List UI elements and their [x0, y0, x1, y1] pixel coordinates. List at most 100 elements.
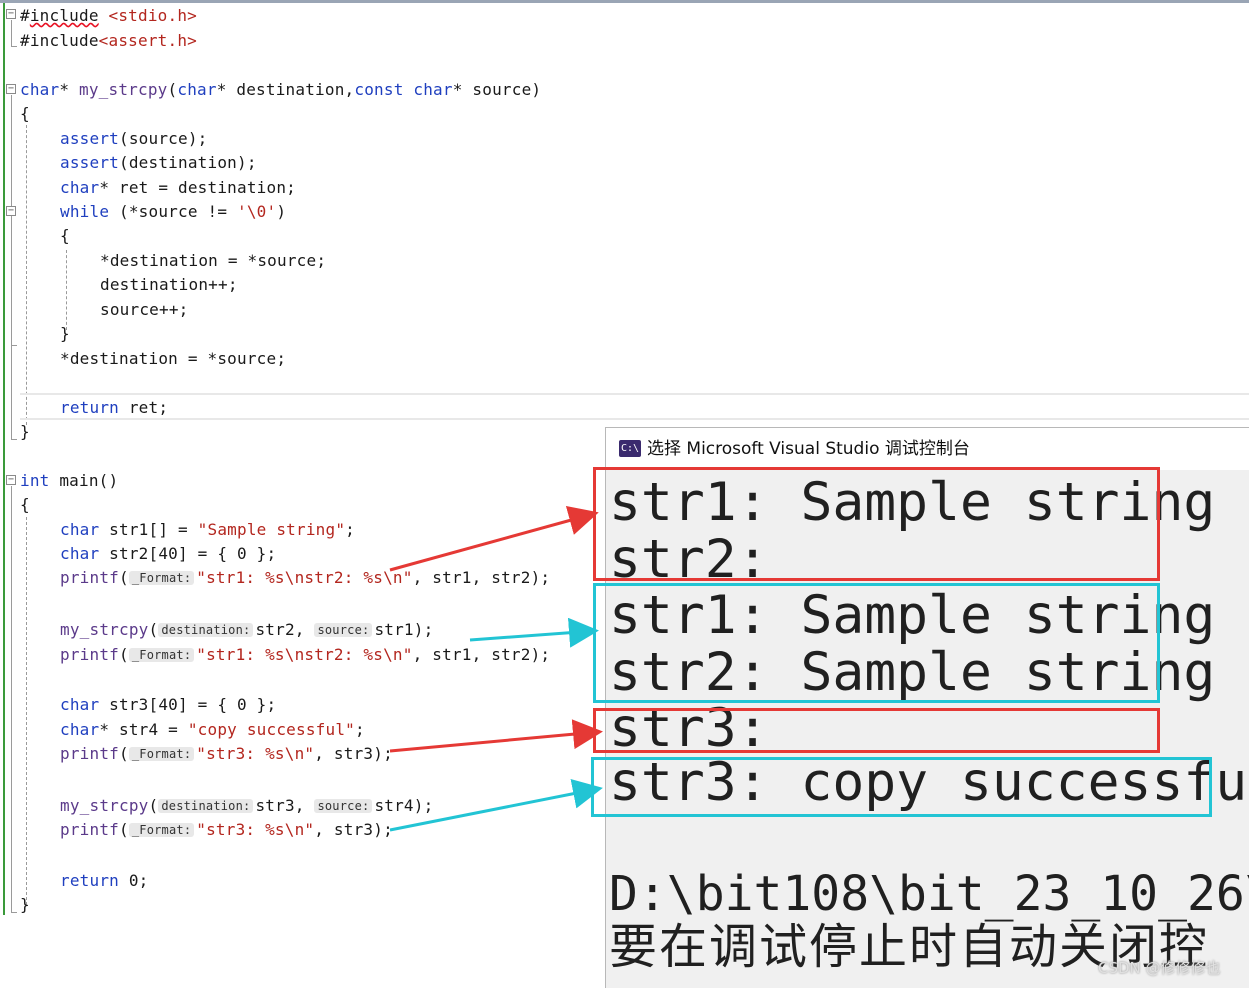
highlight-box-second-output	[593, 583, 1160, 703]
indent-guide	[26, 125, 27, 425]
string-literal: "	[304, 820, 315, 839]
type-keyword: char	[60, 520, 100, 539]
code-line-main-open[interactable]: {	[20, 493, 30, 517]
code-line-source-inc[interactable]: source++;	[100, 298, 189, 322]
code-text: , str1, str2);	[412, 645, 551, 664]
code-text: , str1, str2);	[412, 568, 551, 587]
string-literal: str2: %s	[304, 568, 384, 587]
escape-seq: \n	[383, 645, 403, 664]
change-margin	[3, 3, 5, 915]
code-text: str3,	[255, 796, 315, 815]
code-line-open-brace[interactable]: {	[20, 102, 30, 126]
function-name: my_strcpy	[79, 80, 168, 99]
code-text: ;	[355, 720, 365, 739]
code-line-while[interactable]: while (*source != '\0')	[60, 200, 286, 224]
param-hint: destination:	[158, 623, 254, 637]
type-keyword: char	[413, 80, 453, 99]
string-literal: "str1: %s	[196, 568, 285, 587]
code-text: (	[148, 620, 159, 639]
const-keyword: const	[354, 80, 404, 99]
code-line-copy-char[interactable]: *destination = *source;	[100, 249, 326, 273]
param-hint: _Format:	[128, 571, 195, 585]
indent-guide	[66, 250, 67, 330]
code-line-printf-2[interactable]: printf(_Format: "str1: %s\nstr2: %s\n", s…	[60, 643, 550, 667]
highlight-box-third-output	[593, 708, 1160, 753]
code-text: ;	[345, 520, 356, 539]
code-line-call-1[interactable]: my_strcpy(destination: str2, source: str1)…	[60, 618, 433, 642]
header-name: <assert.h>	[98, 31, 197, 50]
code-line-while-close[interactable]: }	[60, 322, 70, 346]
code-text: (source);	[119, 129, 208, 148]
while-keyword: while	[60, 202, 110, 221]
fold-toggle-main[interactable]: −	[6, 475, 16, 485]
fold-toggle-while[interactable]: −	[6, 206, 16, 216]
param-hint: _Format:	[128, 648, 195, 662]
code-line-str1-decl[interactable]: char str1[] = "Sample string";	[60, 518, 355, 542]
code-text: , str3);	[314, 820, 393, 839]
code-line-str3-decl[interactable]: char str3[40] = { 0 };	[60, 693, 276, 717]
code-line-return-0[interactable]: return 0;	[60, 869, 149, 893]
editor-top-border	[0, 0, 1249, 3]
code-text: (	[119, 645, 129, 664]
code-line-str2-decl[interactable]: char str2[40] = { 0 };	[60, 542, 276, 566]
assert-macro: assert	[60, 153, 119, 172]
code-line-str4-decl[interactable]: char* str4 = "copy successful";	[60, 718, 365, 742]
param-hint: source:	[314, 623, 373, 637]
string-literal: "	[304, 744, 315, 763]
code-line-ret-decl[interactable]: char* ret = destination;	[60, 176, 296, 200]
param-hint: destination:	[158, 799, 254, 813]
code-line-terminator[interactable]: *destination = *source;	[60, 347, 286, 371]
console-title: 选择 Microsoft Visual Studio 调试控制台	[647, 439, 970, 459]
code-text: (	[148, 796, 159, 815]
return-keyword: return	[60, 398, 119, 417]
code-text: * destination,	[216, 80, 355, 99]
code-line-dest-inc[interactable]: destination++;	[100, 273, 238, 297]
string-literal: "str3: %s	[196, 820, 285, 839]
code-line-main-signature[interactable]: int main()	[20, 469, 118, 493]
code-text: * source)	[452, 80, 542, 99]
code-line-printf-4[interactable]: printf(_Format: "str3: %s\n", str3);	[60, 818, 393, 842]
char-literal: '\0'	[237, 202, 277, 221]
code-line-while-open[interactable]: {	[60, 224, 70, 248]
code-text: str4);	[374, 796, 434, 815]
code-line-include-stdio[interactable]: #include <stdio.h>	[20, 4, 197, 28]
assert-macro: assert	[60, 129, 119, 148]
code-line-fn-signature[interactable]: char* my_strcpy(char* destination,const …	[20, 78, 541, 102]
code-line-fn-close[interactable]: }	[20, 420, 30, 444]
type-keyword: int	[20, 471, 50, 490]
string-literal: str2: %s	[304, 645, 384, 664]
code-line-assert-source[interactable]: assert(source);	[60, 127, 208, 151]
fold-toggle-my-strcpy[interactable]: −	[6, 84, 16, 94]
escape-seq: \n	[284, 645, 305, 664]
printf-call: printf	[60, 744, 119, 763]
code-line-return-ret[interactable]: return ret;	[60, 396, 168, 420]
code-text: str2,	[255, 620, 315, 639]
console-app-icon: C:\	[619, 440, 641, 457]
code-text: (*source !=	[109, 202, 237, 221]
code-line-main-close[interactable]: }	[20, 893, 30, 917]
string-literal: "str3: %s	[196, 744, 285, 763]
fold-bracket	[11, 486, 12, 912]
code-line-include-assert[interactable]: #include<assert.h>	[20, 29, 197, 53]
code-text: (destination);	[119, 153, 257, 172]
code-text: * str4 =	[99, 720, 188, 739]
return-keyword: return	[60, 871, 119, 890]
code-line-printf-1[interactable]: printf(_Format: "str1: %s\nstr2: %s\n", s…	[60, 566, 550, 590]
console-titlebar[interactable]: C:\ 选择 Microsoft Visual Studio 调试控制台	[606, 428, 1249, 470]
code-line-printf-3[interactable]: printf(_Format: "str3: %s\n", str3);	[60, 742, 393, 766]
type-keyword: char	[20, 80, 60, 99]
code-text: *	[59, 80, 80, 99]
include-hash: #	[20, 6, 30, 25]
printf-call: printf	[60, 645, 119, 664]
type-keyword: char	[60, 178, 100, 197]
escape-seq: \n	[284, 568, 305, 587]
highlight-box-first-output	[593, 467, 1160, 581]
code-line-call-2[interactable]: my_strcpy(destination: str3, source: str4)…	[60, 794, 433, 818]
code-text: str2[40] = { 0 };	[99, 544, 277, 563]
string-literal: "	[402, 645, 413, 664]
fold-toggle-includes[interactable]: −	[6, 9, 16, 19]
fold-bracket-end	[11, 439, 17, 440]
code-line-assert-destination[interactable]: assert(destination);	[60, 151, 257, 175]
current-line-highlight	[20, 393, 1249, 420]
